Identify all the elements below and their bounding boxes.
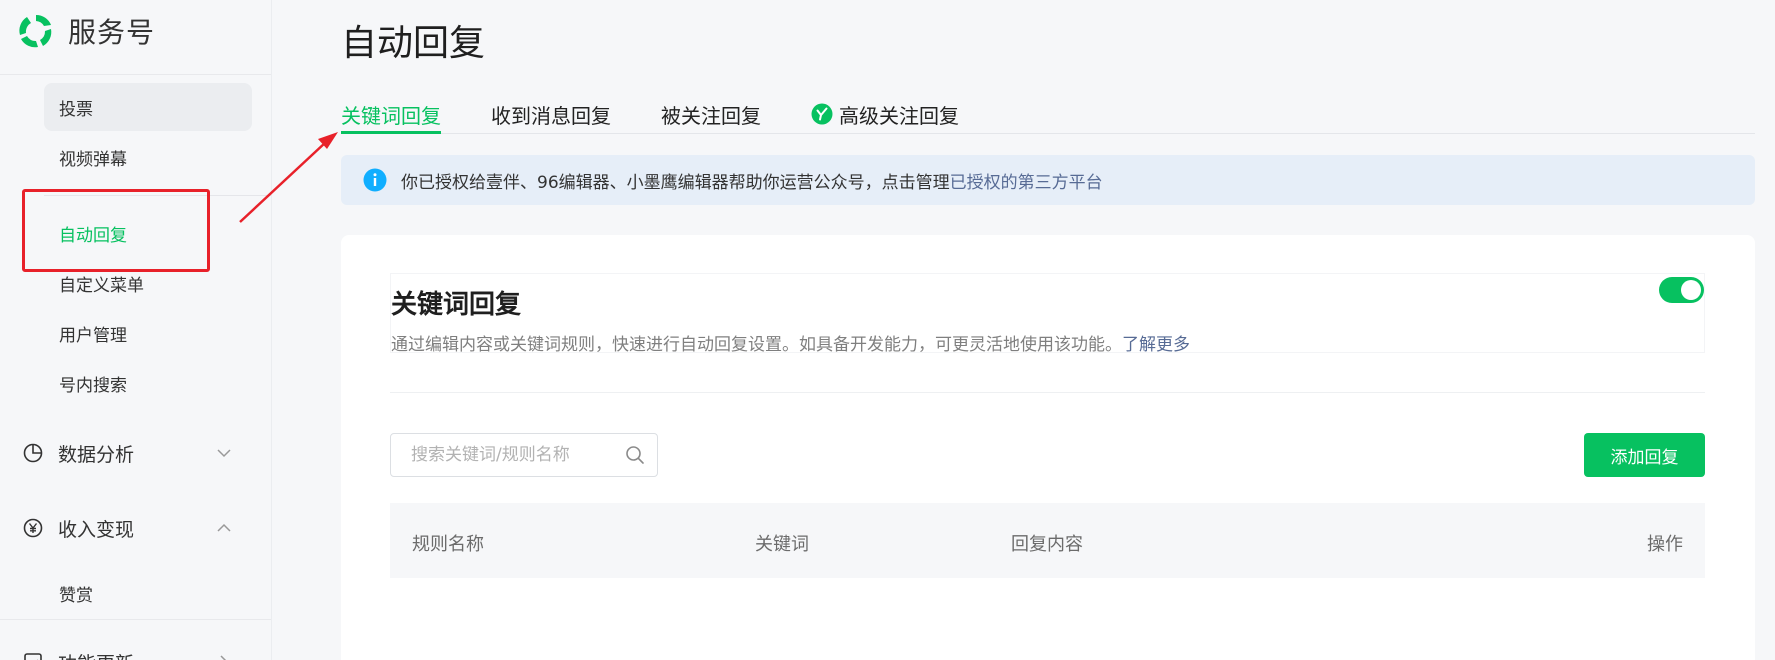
tab-bar: 关键词回复 收到消息回复 被关注回复 高级关注回复 bbox=[341, 96, 1755, 134]
brand-name: 服务号 bbox=[68, 16, 156, 49]
sidebar-item-label: 赞赏 bbox=[59, 585, 93, 606]
sidebar-item-video-danmaku[interactable]: 视频弹幕 bbox=[44, 133, 252, 181]
column-header-rule-name: 规则名称 bbox=[412, 534, 484, 555]
third-party-platforms-link[interactable]: 已授权的第三方平台 bbox=[950, 168, 1103, 193]
column-header-keyword: 关键词 bbox=[755, 534, 809, 555]
tab-follow-reply[interactable]: 被关注回复 bbox=[661, 100, 761, 134]
keyword-reply-card: 关键词回复 通过编辑内容或关键词规则，快速进行自动回复设置。如具备开发能力，可更… bbox=[341, 235, 1755, 660]
keyword-reply-toggle[interactable] bbox=[1659, 277, 1704, 303]
toggle-knob bbox=[1681, 280, 1701, 300]
info-icon bbox=[363, 168, 387, 192]
sidebar-item-label: 投票 bbox=[59, 99, 93, 120]
search-box bbox=[390, 433, 658, 477]
learn-more-link[interactable]: 了解更多 bbox=[1122, 335, 1190, 355]
tab-keyword-reply[interactable]: 关键词回复 bbox=[341, 100, 441, 134]
sidebar-item-user-management[interactable]: 用户管理 bbox=[44, 309, 252, 357]
sidebar-item-custom-menu[interactable]: 自定义菜单 bbox=[44, 259, 252, 307]
search-input[interactable] bbox=[391, 434, 621, 476]
sidebar-item-label: 号内搜索 bbox=[59, 375, 127, 396]
feature-icon bbox=[24, 653, 42, 660]
verified-badge-icon bbox=[811, 103, 833, 125]
add-reply-button[interactable]: 添加回复 bbox=[1584, 433, 1705, 477]
table-header: 规则名称 关键词 回复内容 操作 bbox=[390, 503, 1705, 578]
authorization-notice: 你已授权给壹伴、96编辑器、小墨鹰编辑器帮助你运营公众号，点击管理 已授权的第三… bbox=[341, 155, 1755, 205]
sidebar-group-feature-updates[interactable]: 功能更新 bbox=[22, 638, 242, 660]
sidebar-item-appreciation[interactable]: 赞赏 bbox=[44, 569, 252, 617]
tab-message-reply[interactable]: 收到消息回复 bbox=[491, 100, 611, 134]
tab-label: 高级关注回复 bbox=[839, 104, 959, 128]
divider bbox=[390, 392, 1705, 393]
sidebar-item-label: 用户管理 bbox=[59, 325, 127, 346]
column-header-actions: 操作 bbox=[1647, 534, 1683, 555]
tab-label: 收到消息回复 bbox=[491, 104, 611, 128]
divider bbox=[44, 195, 271, 196]
tab-advanced-follow-reply[interactable]: 高级关注回复 bbox=[811, 100, 959, 134]
description-text: 通过编辑内容或关键词规则，快速进行自动回复设置。如具备开发能力，可更灵活地使用该… bbox=[391, 335, 1122, 355]
search-icon[interactable] bbox=[625, 445, 645, 465]
sidebar: 服务号 投票 视频弹幕 自动回复 自定义菜单 用户管理 号内搜索 数据分析 收入… bbox=[0, 0, 272, 660]
chevron-right-icon bbox=[220, 655, 227, 660]
chevron-down-icon bbox=[217, 449, 231, 458]
tab-label: 被关注回复 bbox=[661, 104, 761, 128]
sidebar-group-label: 数据分析 bbox=[58, 443, 135, 466]
sidebar-group-label: 收入变现 bbox=[58, 518, 135, 541]
sidebar-item-vote[interactable]: 投票 bbox=[44, 83, 252, 131]
pie-chart-icon bbox=[23, 443, 43, 463]
page-title: 自动回复 bbox=[341, 23, 486, 64]
sidebar-item-label: 视频弹幕 bbox=[59, 149, 127, 170]
brand[interactable]: 服务号 bbox=[16, 10, 155, 52]
section-title: 关键词回复 bbox=[391, 290, 522, 320]
sidebar-group-data-analysis[interactable]: 数据分析 bbox=[22, 429, 242, 477]
sidebar-item-label: 自定义菜单 bbox=[59, 275, 144, 296]
wechat-service-logo-icon bbox=[19, 14, 52, 48]
sidebar-item-auto-reply[interactable]: 自动回复 bbox=[44, 209, 252, 257]
yuan-icon bbox=[23, 518, 43, 538]
divider bbox=[0, 619, 271, 620]
sidebar-group-label: 功能更新 bbox=[58, 649, 134, 660]
divider bbox=[0, 74, 271, 75]
section-description: 通过编辑内容或关键词规则，快速进行自动回复设置。如具备开发能力，可更灵活地使用该… bbox=[391, 330, 1190, 355]
sidebar-item-in-account-search[interactable]: 号内搜索 bbox=[44, 359, 252, 407]
column-header-reply-content: 回复内容 bbox=[1011, 534, 1083, 555]
chevron-up-icon bbox=[217, 523, 231, 532]
tab-label: 关键词回复 bbox=[341, 104, 441, 128]
sidebar-group-monetization[interactable]: 收入变现 bbox=[22, 504, 242, 552]
sidebar-item-label: 自动回复 bbox=[59, 225, 127, 246]
card-header: 关键词回复 通过编辑内容或关键词规则，快速进行自动回复设置。如具备开发能力，可更… bbox=[390, 273, 1705, 355]
notice-text: 你已授权给壹伴、96编辑器、小墨鹰编辑器帮助你运营公众号，点击管理 bbox=[401, 172, 950, 193]
